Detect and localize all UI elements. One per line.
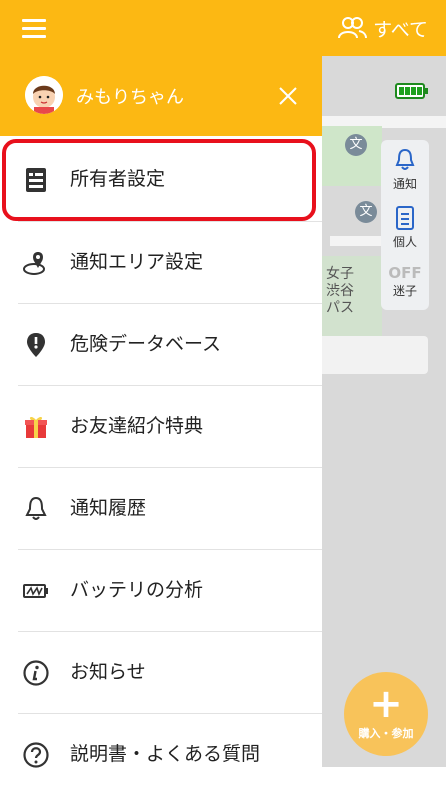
tool-label: 通知 (392, 177, 417, 191)
menu-item-label: 通知履歴 (70, 497, 147, 519)
drawer-header: みもりちゃん (0, 56, 322, 136)
menu-item-label: お知らせ (70, 661, 146, 683)
danger-pin-icon (27, 333, 45, 357)
menu-item-notification-history[interactable]: 通知履歴 (0, 467, 322, 549)
highlight-box (2, 139, 316, 221)
notification-area-icon (23, 252, 45, 275)
person-card-icon (396, 206, 414, 230)
menu-item-friend-referral[interactable]: お友達紹介特典 (0, 385, 322, 467)
child-avatar-image (25, 76, 63, 114)
bell-icon (25, 496, 47, 520)
map-side-tools: 通知 個人 OFF 迷子 (381, 140, 429, 310)
filter-label: すべて (373, 18, 428, 41)
menu-item-battery-analysis[interactable]: バッテリの分析 (0, 549, 322, 631)
menu-item-label: 通知エリア設定 (70, 251, 204, 273)
lost-tool-button[interactable]: OFF 迷子 (381, 264, 429, 299)
notify-tool-button[interactable]: 通知 (381, 148, 429, 192)
menu-item-manual-faq[interactable]: 説明書・よくある質問 (0, 713, 322, 795)
question-icon (23, 742, 49, 768)
menu-item-notification-area[interactable]: 通知エリア設定 (0, 221, 322, 303)
people-icon (338, 17, 368, 39)
menu-item-label: バッテリの分析 (70, 579, 204, 601)
map-info-bar[interactable] (318, 336, 428, 374)
all-filter-button[interactable]: すべて (337, 12, 428, 44)
off-toggle-icon: OFF (388, 264, 422, 282)
username: みもりちゃん (76, 87, 184, 108)
menu-item-label: お友達紹介特典 (70, 415, 204, 437)
tool-label: 迷子 (392, 284, 417, 298)
personal-tool-button[interactable]: 個人 (381, 206, 429, 250)
battery-icon (23, 584, 48, 598)
bell-icon (395, 148, 415, 170)
menu-item-news[interactable]: お知らせ (0, 631, 322, 713)
child-avatar[interactable] (25, 76, 63, 114)
menu-item-label: 危険データベース (70, 333, 222, 355)
menu-item-danger-database[interactable]: 危険データベース (0, 303, 322, 385)
close-icon[interactable] (276, 84, 300, 108)
purchase-join-button[interactable]: + 購入・参加 (344, 672, 428, 756)
school-marker-icon: 文 (345, 134, 367, 156)
school-marker-icon: 文 (355, 201, 377, 223)
tool-label: 個人 (392, 235, 417, 249)
info-icon (23, 660, 49, 686)
top-app-bar: すべて (0, 0, 446, 56)
hamburger-icon[interactable] (22, 17, 46, 39)
menu-item-label: 説明書・よくある質問 (70, 743, 261, 765)
map-place-label: 女子 渋谷 パス (326, 266, 354, 316)
battery-full-icon (395, 83, 428, 99)
gift-icon (25, 416, 47, 438)
plus-icon: + (369, 681, 403, 727)
